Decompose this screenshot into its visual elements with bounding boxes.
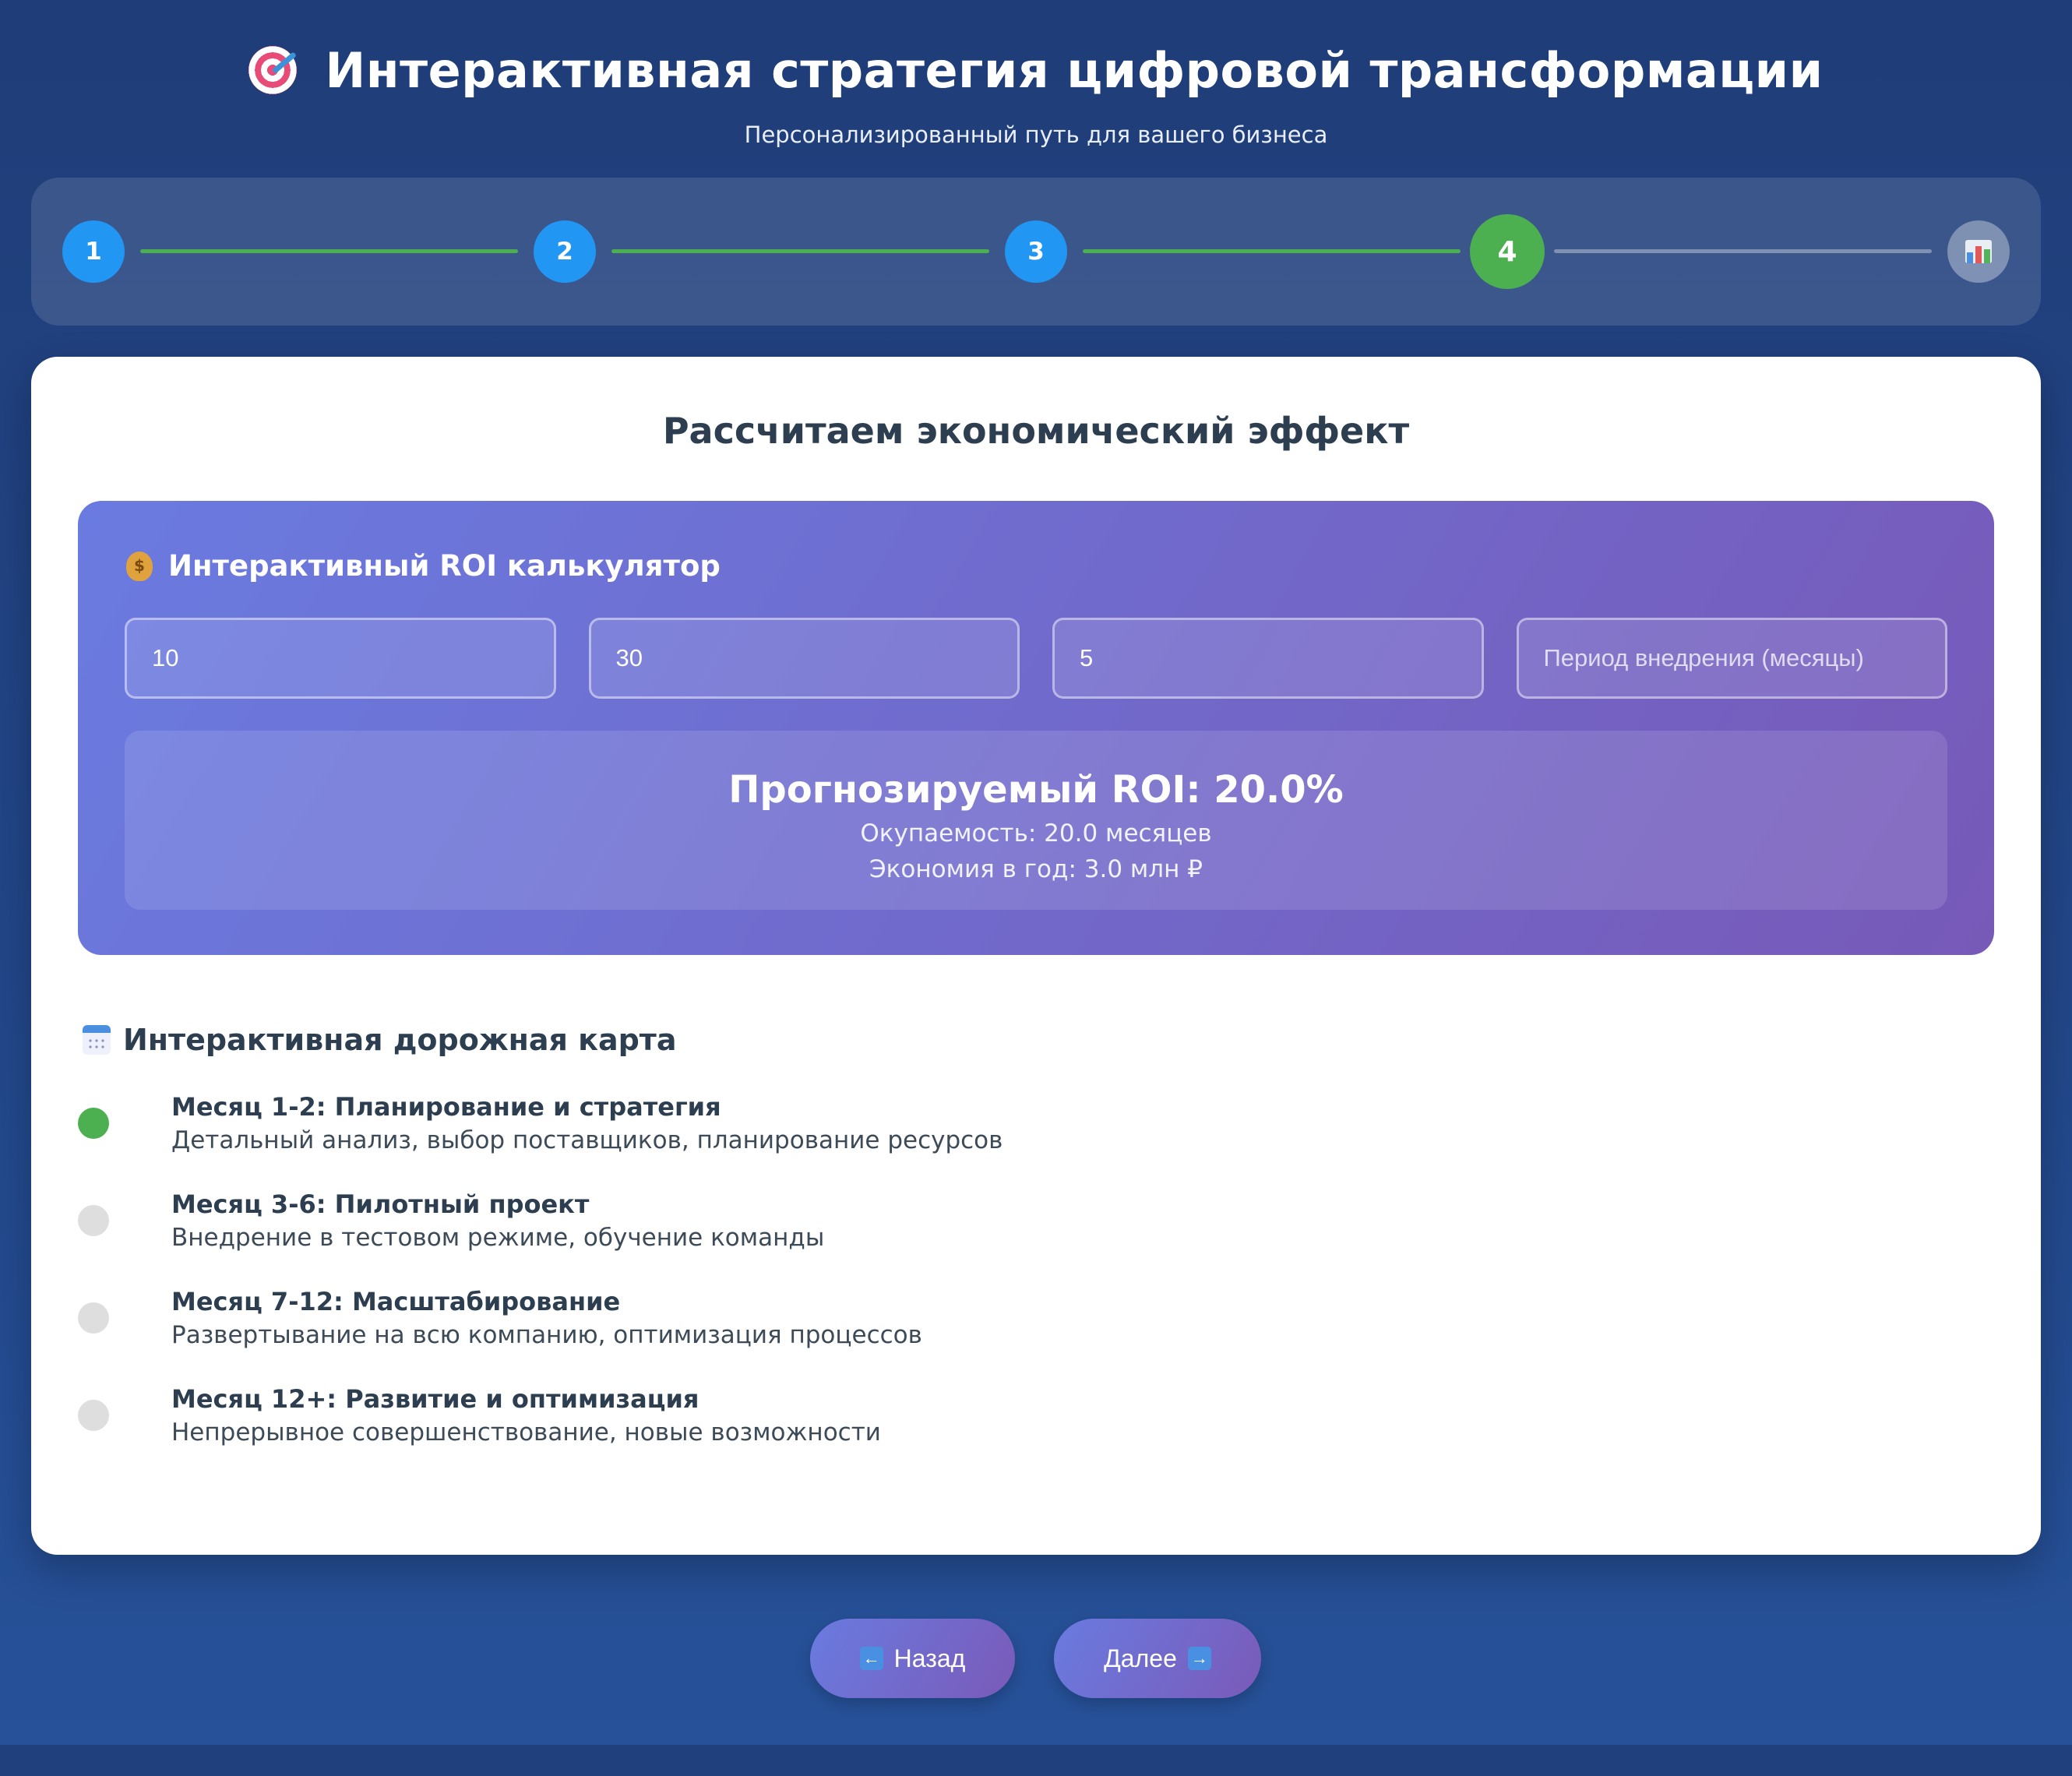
roadmap-title: Интерактивная дорожная карта (123, 1023, 677, 1057)
step-connector (611, 249, 989, 253)
roi-input-2[interactable] (588, 618, 1020, 699)
back-button-label: Назад (893, 1644, 966, 1672)
status-dot-done (78, 1108, 109, 1139)
roadmap-item[interactable]: Месяц 3-6: Пилотный проект Внедрение в т… (78, 1189, 1324, 1275)
roi-result: Прогнозируемый ROI: 20.0% Окупаемость: 2… (125, 731, 1947, 910)
step-connector (1554, 249, 1932, 253)
arrow-right-icon: → (1187, 1647, 1211, 1670)
footer-band (0, 1745, 2072, 1776)
step-3[interactable]: 3 (1005, 220, 1067, 283)
step-2[interactable]: 2 (534, 220, 596, 283)
next-button[interactable]: Далее → (1054, 1619, 1261, 1698)
money-bag-icon (126, 551, 153, 581)
step-4-active[interactable]: 4 (1470, 214, 1545, 289)
next-button-label: Далее (1104, 1644, 1177, 1672)
roadmap-item-description: Непрерывное совершенствование, новые воз… (171, 1418, 881, 1447)
roi-input-1[interactable] (125, 618, 556, 699)
back-button[interactable]: ← Назад (810, 1619, 1015, 1698)
roadmap-item-description: Развертывание на всю компанию, оптимизац… (171, 1321, 922, 1349)
roi-header: Интерактивный ROI калькулятор (126, 549, 721, 583)
roadmap-item-heading: Месяц 3-6: Пилотный проект (171, 1189, 590, 1219)
page-header: Интерактивная стратегия цифровой трансфо… (0, 31, 2072, 148)
bar-chart-icon (1965, 240, 1992, 263)
status-dot-pending (78, 1302, 109, 1334)
roadmap-item-heading: Месяц 12+: Развитие и оптимизация (171, 1384, 699, 1414)
roi-savings: Экономия в год: 3.0 млн ₽ (869, 855, 1203, 883)
roi-payback: Окупаемость: 20.0 месяцев (860, 819, 1212, 847)
step-1[interactable]: 1 (62, 220, 125, 283)
roadmap-item-heading: Месяц 1-2: Планирование и стратегия (171, 1092, 721, 1122)
implementation-period-input[interactable] (1516, 618, 1947, 699)
roi-result-title: Прогнозируемый ROI: 20.0% (728, 768, 1344, 812)
step-results[interactable] (1947, 220, 2010, 283)
roi-input-3[interactable] (1052, 618, 1484, 699)
roi-calculator: Интерактивный ROI калькулятор Прогнозиру… (78, 501, 1994, 955)
section-title: Рассчитаем экономический эффект (662, 410, 1410, 452)
roi-inputs (125, 618, 1947, 699)
roadmap-item[interactable]: Месяц 7-12: Масштабирование Развертывани… (78, 1287, 1324, 1373)
step-connector (140, 249, 518, 253)
roadmap-header: Интерактивная дорожная карта (83, 1023, 676, 1057)
target-icon (248, 46, 298, 94)
title-row: Интерактивная стратегия цифровой трансфо… (0, 31, 2072, 109)
status-dot-pending (78, 1400, 109, 1431)
roadmap-item-description: Детальный анализ, выбор поставщиков, пла… (171, 1126, 1003, 1154)
roadmap-item-heading: Месяц 7-12: Масштабирование (171, 1287, 621, 1316)
page-subtitle: Персонализированный путь для вашего бизн… (744, 122, 1328, 148)
progress-stepper: 1 2 3 4 (31, 178, 2041, 326)
status-dot-pending (78, 1205, 109, 1236)
roadmap-item[interactable]: Месяц 12+: Развитие и оптимизация Непрер… (78, 1384, 1324, 1470)
step-connector (1083, 249, 1461, 253)
roadmap-item[interactable]: Месяц 1-2: Планирование и стратегия Дета… (78, 1092, 1324, 1178)
roadmap-item-description: Внедрение в тестовом режиме, обучение ко… (171, 1224, 825, 1252)
arrow-left-icon: ← (859, 1647, 883, 1670)
calendar-icon (83, 1025, 111, 1055)
roi-title: Интерактивный ROI калькулятор (168, 549, 721, 583)
main-card: Рассчитаем экономический эффект Интеракт… (31, 357, 2041, 1555)
page-title: Интерактивная стратегия цифровой трансфо… (325, 41, 1824, 99)
